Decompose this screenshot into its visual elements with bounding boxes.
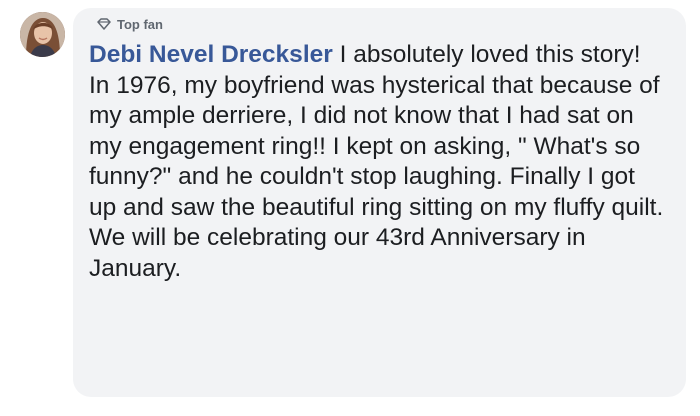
- comment-bubble: Top fan Debi Nevel Drecksler I absolutel…: [73, 8, 686, 397]
- top-fan-badge: Top fan: [97, 14, 668, 34]
- badge-label: Top fan: [117, 16, 163, 32]
- author-name-link[interactable]: Debi Nevel Drecksler: [89, 41, 333, 68]
- avatar[interactable]: [20, 12, 65, 57]
- comment-text: Debi Nevel Drecksler I absolutely loved …: [89, 40, 668, 284]
- comment-first-line: I absolutely loved this story!: [332, 41, 641, 68]
- avatar-photo: [20, 12, 65, 57]
- diamond-icon: [97, 18, 111, 30]
- comment-row: Top fan Debi Nevel Drecksler I absolutel…: [0, 0, 700, 416]
- comment-body: In 1976, my boyfriend was hysterical tha…: [89, 71, 664, 282]
